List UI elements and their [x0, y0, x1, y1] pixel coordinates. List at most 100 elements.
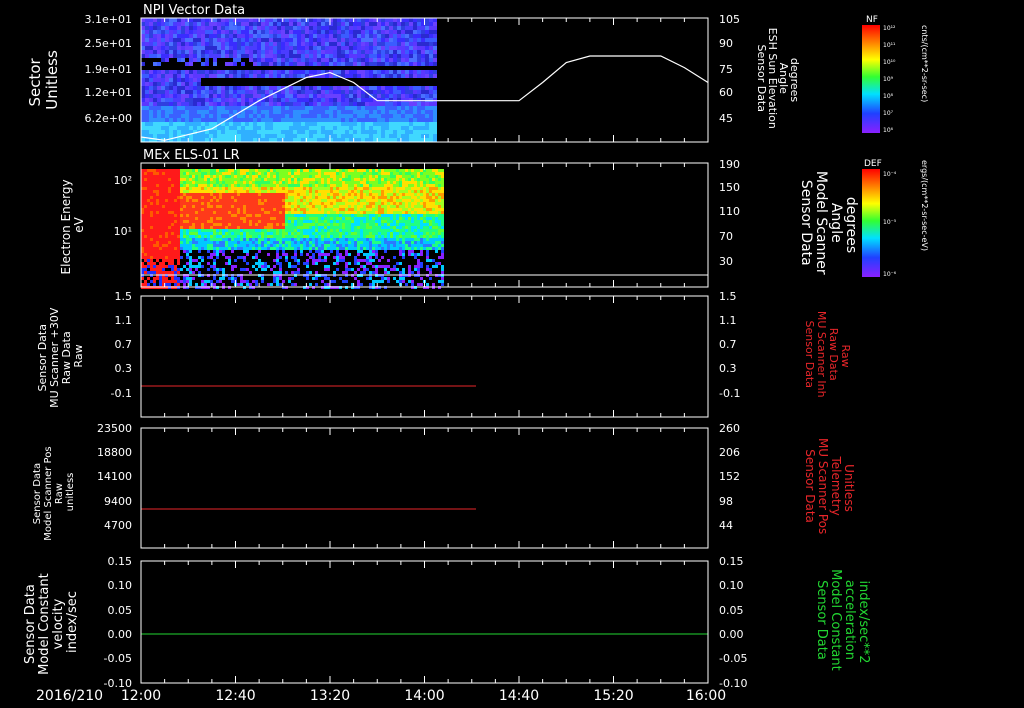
els-cell	[153, 199, 156, 202]
els-cell	[273, 220, 276, 223]
els-cell	[312, 229, 315, 232]
els-cell	[369, 184, 372, 187]
els-cell	[267, 187, 270, 190]
npi-cell	[305, 38, 309, 42]
els-cell	[156, 214, 159, 217]
els-cell	[318, 256, 321, 259]
els-cell	[189, 262, 192, 265]
els-cell	[312, 214, 315, 217]
npi-cell	[349, 30, 353, 34]
els-cell	[345, 220, 348, 223]
npi-cell	[229, 106, 233, 110]
els-cell	[240, 232, 243, 235]
npi-cell	[421, 26, 425, 30]
npi-cell	[145, 114, 149, 118]
npi-cell	[377, 134, 381, 138]
els-cell	[180, 256, 183, 259]
npi-cell	[285, 18, 289, 22]
els-cell	[252, 247, 255, 250]
els-cell	[186, 187, 189, 190]
npi-cell	[365, 58, 369, 62]
els-cell	[186, 220, 189, 223]
npi-cell	[277, 18, 281, 22]
npi-cell	[433, 34, 437, 38]
npi-cell	[277, 86, 281, 90]
els-cell	[252, 217, 255, 220]
els-cell	[276, 184, 279, 187]
els-cell	[285, 226, 288, 229]
els-cell	[354, 277, 357, 280]
npi-cell	[381, 102, 385, 106]
npi-cell	[361, 74, 365, 78]
els-cell	[276, 229, 279, 232]
npi-cell	[429, 38, 433, 42]
els-cell	[312, 196, 315, 199]
npi-cell	[377, 114, 381, 118]
els-cell	[186, 247, 189, 250]
els-cell	[201, 280, 204, 283]
els-cell	[297, 181, 300, 184]
npi-cell	[185, 118, 189, 122]
els-cell	[273, 241, 276, 244]
els-cell	[186, 253, 189, 256]
npi-cell	[341, 30, 345, 34]
els-cell	[342, 196, 345, 199]
els-cell	[177, 196, 180, 199]
npi-cell	[177, 118, 181, 122]
npi-cell	[301, 86, 305, 90]
els-cell	[243, 217, 246, 220]
els-cell	[390, 187, 393, 190]
npi-cell	[429, 110, 433, 114]
npi-cell	[365, 42, 369, 46]
els-cell	[339, 247, 342, 250]
els-cell	[363, 268, 366, 271]
npi-cell	[149, 22, 153, 26]
els-cell	[345, 238, 348, 241]
els-cell	[336, 262, 339, 265]
npi-cell	[417, 50, 421, 54]
els-cell	[342, 232, 345, 235]
els-cell	[153, 226, 156, 229]
els-cell	[189, 208, 192, 211]
els-cell	[387, 196, 390, 199]
npi-cell	[181, 78, 185, 82]
npi-cell	[245, 74, 249, 78]
els-cell	[294, 172, 297, 175]
els-cell	[294, 229, 297, 232]
npi-cell	[393, 30, 397, 34]
els-cell	[390, 232, 393, 235]
els-cell	[255, 268, 258, 271]
npi-cell	[181, 118, 185, 122]
els-cell	[231, 241, 234, 244]
els-cell	[291, 244, 294, 247]
npi-cell	[345, 138, 349, 142]
els-cell	[357, 235, 360, 238]
els-cell	[231, 223, 234, 226]
els-cell	[348, 238, 351, 241]
npi-cell	[293, 130, 297, 134]
npi-cell	[185, 98, 189, 102]
npi-cell	[237, 70, 241, 74]
els-cell	[369, 193, 372, 196]
els-cell	[384, 181, 387, 184]
npi-cell	[405, 70, 409, 74]
els-cell	[294, 187, 297, 190]
els-cell	[393, 196, 396, 199]
els-cell	[288, 220, 291, 223]
npi-cell	[237, 98, 241, 102]
els-cell	[219, 238, 222, 241]
els-cell	[267, 190, 270, 193]
els-cell	[258, 184, 261, 187]
els-cell	[243, 256, 246, 259]
npi-cell	[281, 22, 285, 26]
els-cell	[282, 175, 285, 178]
els-cell	[231, 265, 234, 268]
npi-cell	[341, 34, 345, 38]
els-cell	[198, 229, 201, 232]
npi-cell	[417, 90, 421, 94]
npi-cell	[329, 46, 333, 50]
npi-cell	[309, 58, 313, 62]
els-cell	[216, 253, 219, 256]
els-cell	[216, 271, 219, 274]
npi-cell	[325, 58, 329, 62]
